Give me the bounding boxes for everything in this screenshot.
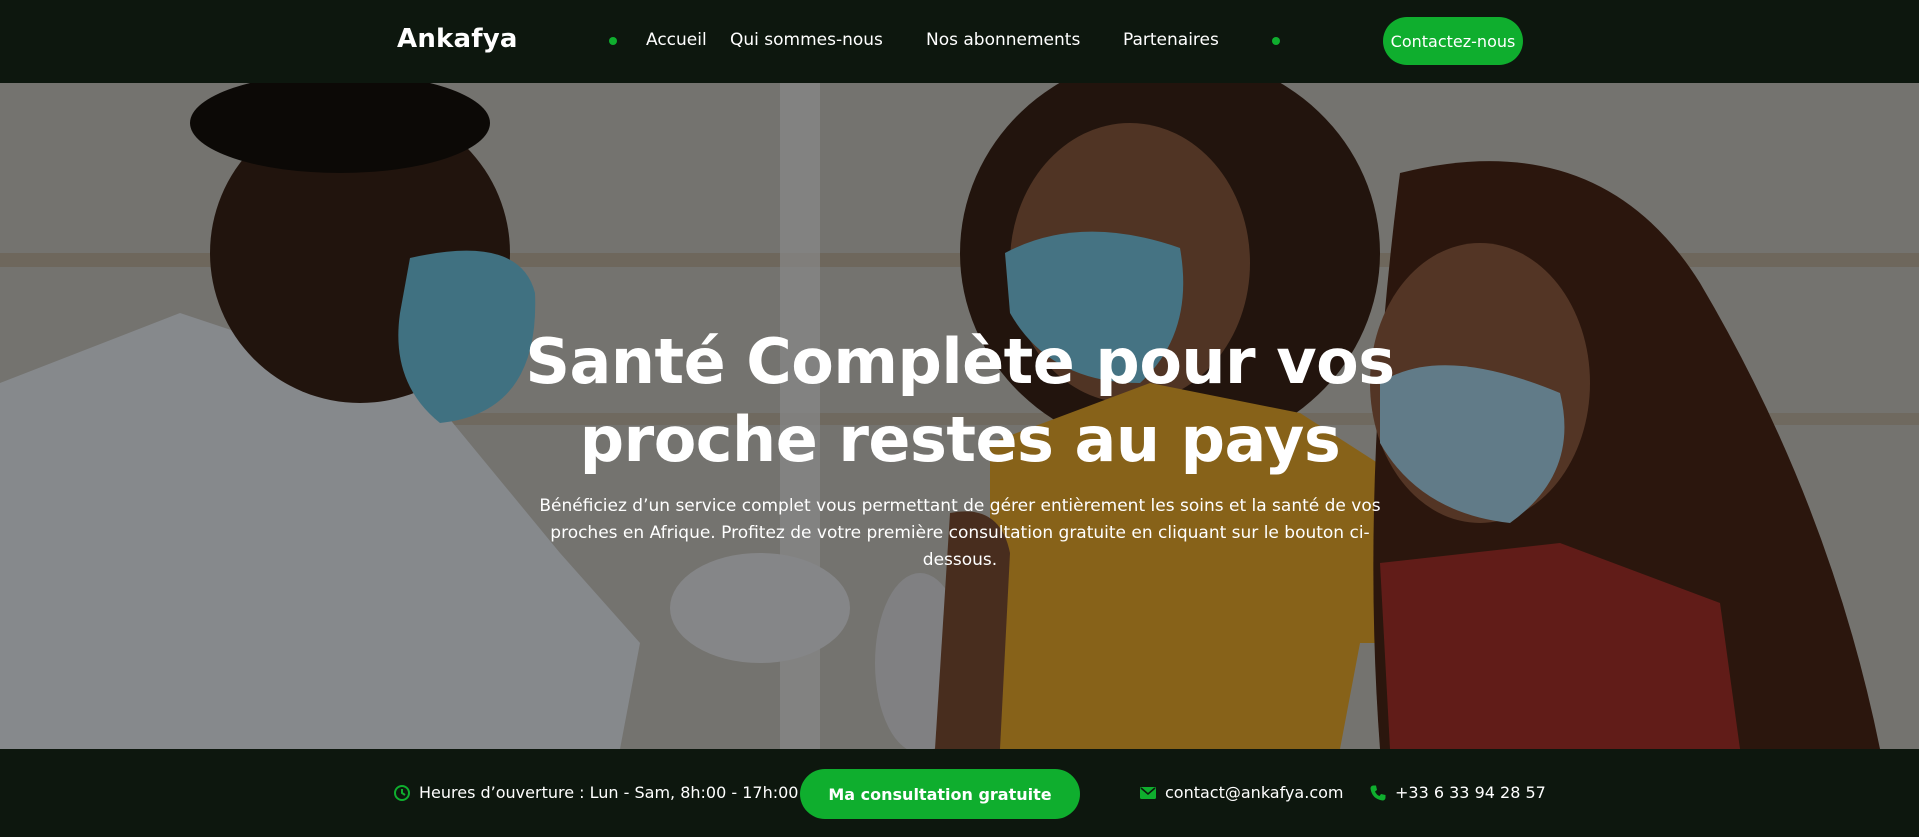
top-navbar: Ankafya Accueil Qui sommes-nous Nos abon…: [0, 0, 1919, 83]
nav-dot-right: [1272, 37, 1280, 45]
nav-link-qui-sommes-nous[interactable]: Qui sommes-nous: [730, 30, 883, 50]
brand-logo[interactable]: Ankafya: [397, 24, 518, 54]
mail-icon: [1139, 784, 1157, 802]
hero-title: Santé Complète pour vos proche restes au…: [460, 323, 1460, 479]
contact-email-text[interactable]: contact@ankafya.com: [1165, 783, 1344, 802]
free-consultation-button[interactable]: Ma consultation gratuite: [800, 769, 1080, 819]
opening-hours: Heures d’ouverture : Lun - Sam, 8h:00 - …: [393, 783, 798, 802]
phone-icon: [1369, 784, 1387, 802]
nav-dot-left: [609, 37, 617, 45]
contact-button[interactable]: Contactez-nous: [1383, 17, 1523, 65]
opening-hours-text: Heures d’ouverture : Lun - Sam, 8h:00 - …: [419, 783, 799, 802]
hero-title-line-2: proche restes au pays: [579, 403, 1341, 476]
nav-link-partenaires[interactable]: Partenaires: [1123, 30, 1219, 50]
nav-link-accueil[interactable]: Accueil: [646, 30, 707, 50]
clock-icon: [393, 784, 411, 802]
hero-description: Bénéficiez d’un service complet vous per…: [539, 496, 1381, 570]
contact-phone-text[interactable]: +33 6 33 94 28 57: [1395, 783, 1546, 802]
hero-section: Santé Complète pour vos proche restes au…: [0, 83, 1919, 749]
contact-email[interactable]: contact@ankafya.com: [1139, 783, 1344, 802]
hero-title-line-1: Santé Complète pour vos: [525, 325, 1395, 398]
nav-link-nos-abonnements[interactable]: Nos abonnements: [926, 30, 1080, 50]
contact-phone[interactable]: +33 6 33 94 28 57: [1369, 783, 1546, 802]
